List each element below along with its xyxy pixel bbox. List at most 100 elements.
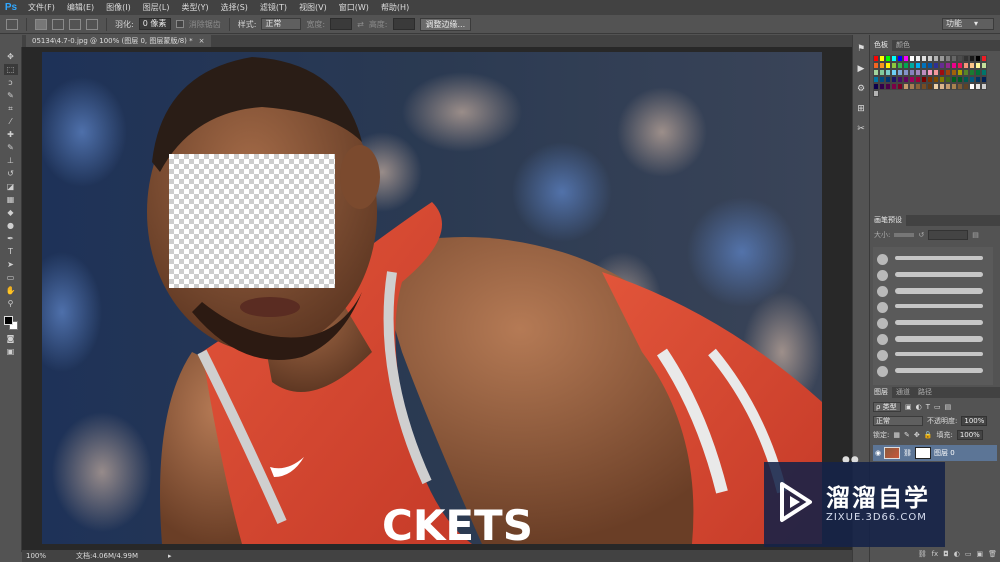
foreground-color-swatch[interactable] bbox=[3, 316, 13, 325]
document-image[interactable]: CKETS bbox=[42, 52, 822, 544]
workspace-select[interactable]: 功能 ▾ bbox=[942, 18, 994, 30]
new-group-icon[interactable]: ▭ bbox=[965, 550, 972, 560]
tools-presets-icon[interactable]: ✂ bbox=[855, 123, 867, 135]
add-mask-icon[interactable]: ◘ bbox=[943, 550, 949, 560]
menu-item[interactable]: 滤镜(T) bbox=[254, 0, 293, 15]
filter-pixel-icon[interactable]: ▣ bbox=[905, 403, 912, 411]
layer-name[interactable]: 图层 0 bbox=[934, 448, 955, 458]
properties-panel-icon[interactable]: ⚙ bbox=[855, 83, 867, 95]
document-tab[interactable]: 05134\4.7-0.jpg @ 100% (图层 0, 图层蒙版/8) * … bbox=[26, 35, 211, 47]
hand-tool[interactable]: ✋ bbox=[4, 285, 18, 296]
brush-preset[interactable] bbox=[877, 269, 992, 283]
menu-item[interactable]: 文件(F) bbox=[22, 0, 61, 15]
menu-item[interactable]: 图像(I) bbox=[100, 0, 137, 15]
tab-color[interactable]: 颜色 bbox=[892, 40, 914, 51]
color-swatch[interactable] bbox=[981, 62, 987, 69]
brush-preset[interactable] bbox=[877, 317, 992, 331]
eraser-tool[interactable]: ◪ bbox=[4, 181, 18, 192]
new-selection-icon[interactable] bbox=[35, 18, 47, 30]
canvas-area[interactable]: CKETS bbox=[22, 47, 852, 550]
tab-layers[interactable]: 图层 bbox=[870, 387, 892, 398]
gradient-tool[interactable]: ▦ bbox=[4, 194, 18, 205]
rectangle-tool[interactable]: ▭ bbox=[4, 272, 18, 283]
blend-mode-select[interactable]: 正常 bbox=[873, 415, 923, 426]
close-icon[interactable]: × bbox=[199, 35, 205, 47]
antialias-checkbox[interactable] bbox=[175, 20, 184, 28]
color-swatch[interactable] bbox=[873, 90, 879, 97]
brush-preset[interactable] bbox=[877, 349, 992, 363]
zoom-tool[interactable]: ⚲ bbox=[4, 298, 18, 309]
feather-input[interactable]: 0 像素 bbox=[138, 18, 171, 30]
lock-all-icon[interactable]: 🔒 bbox=[924, 431, 933, 439]
menu-item[interactable]: 编辑(E) bbox=[61, 0, 100, 15]
brush-preset[interactable] bbox=[877, 285, 992, 299]
trash-icon[interactable]: 🗑 bbox=[988, 550, 997, 560]
subtract-selection-icon[interactable] bbox=[69, 18, 81, 30]
height-input[interactable] bbox=[392, 18, 415, 30]
quick-mask-icon[interactable]: ◙ bbox=[4, 333, 18, 344]
marquee-preset-icon[interactable] bbox=[6, 18, 18, 30]
filter-smart-icon[interactable]: ▤ bbox=[945, 403, 952, 411]
blur-tool[interactable]: ◆ bbox=[4, 207, 18, 218]
clone-stamp-tool[interactable]: ⊥ bbox=[4, 155, 18, 166]
chevron-right-icon[interactable]: ▸ bbox=[168, 550, 172, 562]
brush-tool[interactable]: ✎ bbox=[4, 142, 18, 153]
brush-preset[interactable] bbox=[877, 301, 992, 315]
style-select[interactable]: 正常 bbox=[261, 18, 302, 30]
link-layers-icon[interactable]: ⛓ bbox=[918, 550, 927, 560]
layer-filter-select[interactable]: ρ 类型 bbox=[873, 401, 901, 412]
brush-panel-icon[interactable]: ▤ bbox=[972, 231, 979, 239]
menu-item[interactable]: 视图(V) bbox=[293, 0, 333, 15]
filter-adjust-icon[interactable]: ◐ bbox=[916, 403, 922, 411]
layer-mask-thumbnail[interactable] bbox=[915, 447, 931, 459]
filter-shape-icon[interactable]: ▭ bbox=[934, 403, 941, 411]
quick-select-tool[interactable]: ✎ bbox=[4, 90, 18, 101]
type-tool[interactable]: T bbox=[4, 246, 18, 257]
eyedropper-tool[interactable]: ⁄ bbox=[4, 116, 18, 127]
pen-tool[interactable]: ✒ bbox=[4, 233, 18, 244]
reset-icon[interactable]: ↺ bbox=[918, 231, 924, 239]
brush-preset[interactable] bbox=[877, 365, 992, 379]
brush-size-slider[interactable] bbox=[894, 233, 915, 237]
brush-preset[interactable] bbox=[877, 333, 992, 347]
link-icon[interactable]: ⛓ bbox=[903, 449, 912, 457]
refine-edge-button[interactable]: 调整边缘... bbox=[419, 17, 472, 31]
zoom-level[interactable]: 100% bbox=[26, 550, 46, 562]
screen-mode-icon[interactable]: ▣ bbox=[4, 346, 18, 357]
lock-position-icon[interactable]: ✥ bbox=[914, 431, 920, 439]
add-selection-icon[interactable] bbox=[52, 18, 64, 30]
layer-row[interactable]: ◉ ⛓ 图层 0 bbox=[873, 445, 997, 461]
color-swatch[interactable] bbox=[981, 83, 987, 90]
lasso-tool[interactable]: ↄ bbox=[4, 77, 18, 88]
menu-item[interactable]: 窗口(W) bbox=[333, 0, 375, 15]
intersect-selection-icon[interactable] bbox=[86, 18, 98, 30]
width-input[interactable] bbox=[330, 18, 353, 30]
new-layer-icon[interactable]: ▣ bbox=[976, 550, 983, 560]
history-brush-tool[interactable]: ↺ bbox=[4, 168, 18, 179]
brush-preset[interactable] bbox=[877, 253, 992, 267]
adjustments-panel-icon[interactable]: ⊞ bbox=[855, 103, 867, 115]
color-swatch[interactable] bbox=[981, 76, 987, 83]
color-swatches[interactable] bbox=[3, 315, 19, 331]
history-panel-icon[interactable]: ⚑ bbox=[855, 43, 867, 55]
lock-pixels-icon[interactable]: ▦ bbox=[893, 431, 900, 439]
dodge-tool[interactable]: ● bbox=[4, 220, 18, 231]
tab-swatches[interactable]: 色板 bbox=[870, 40, 892, 51]
color-swatch[interactable] bbox=[981, 55, 987, 62]
tab-paths[interactable]: 路径 bbox=[914, 387, 936, 398]
healing-brush-tool[interactable]: ✚ bbox=[4, 129, 18, 140]
brush-size-field[interactable] bbox=[928, 230, 969, 240]
adjustment-layer-icon[interactable]: ◐ bbox=[954, 550, 960, 560]
eye-icon[interactable]: ◉ bbox=[875, 449, 881, 457]
path-select-tool[interactable]: ➤ bbox=[4, 259, 18, 270]
menu-item[interactable]: 类型(Y) bbox=[175, 0, 214, 15]
filter-type-icon[interactable]: T bbox=[926, 403, 930, 411]
menu-item[interactable]: 选择(S) bbox=[215, 0, 254, 15]
move-tool[interactable]: ✥ bbox=[4, 51, 18, 62]
menu-item[interactable]: 图层(L) bbox=[137, 0, 176, 15]
tab-brush-presets[interactable]: 画笔预设 bbox=[870, 215, 906, 226]
document-info[interactable]: 文档:4.06M/4.99M bbox=[76, 550, 138, 562]
marquee-tool[interactable]: ⬚ bbox=[3, 64, 18, 75]
layer-thumbnail[interactable] bbox=[884, 447, 901, 459]
menu-item[interactable]: 帮助(H) bbox=[375, 0, 415, 15]
